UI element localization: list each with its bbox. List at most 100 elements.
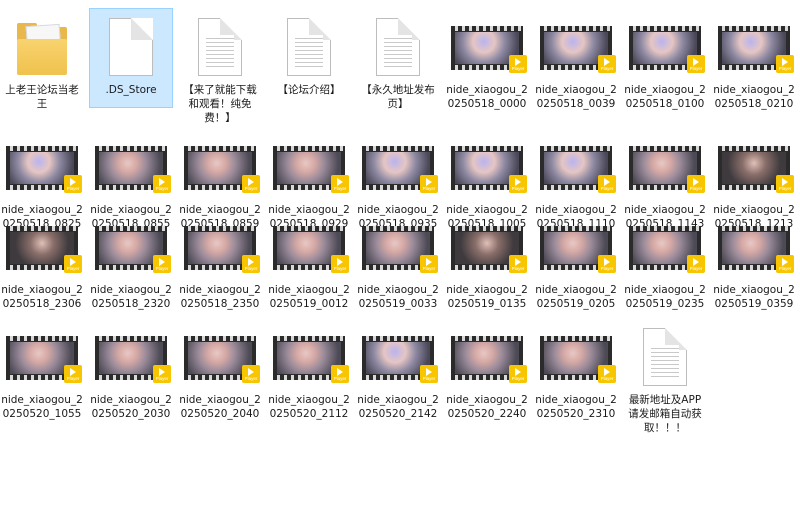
video-file-item[interactable]: Player nide_xiaogou_20250519_0135 [445, 208, 529, 312]
video-file-item[interactable]: Player nide_xiaogou_20250518_0039 [534, 8, 618, 112]
video-file-item[interactable]: Player nide_xiaogou_20250520_2142 [356, 318, 440, 422]
file-name-label: nide_xiaogou_20250519_0205 [535, 284, 617, 310]
video-file-item[interactable]: Player nide_xiaogou_20250518_0100 [623, 8, 707, 112]
file-name-label: nide_xiaogou_20250519_0033 [357, 284, 439, 310]
video-file-item[interactable]: Player nide_xiaogou_20250518_2320 [89, 208, 173, 312]
video-file-item[interactable]: Player nide_xiaogou_20250519_0235 [623, 208, 707, 312]
video-thumbnail-icon: Player [718, 26, 794, 73]
player-badge-text: Player [66, 265, 80, 271]
video-thumbnail-icon: Player [6, 336, 82, 383]
video-thumbnail-icon: Player [184, 336, 260, 383]
player-badge-icon: Player [242, 255, 260, 273]
player-badge-text: Player [66, 185, 80, 191]
video-file-item[interactable]: Player nide_xiaogou_20250520_2310 [534, 318, 618, 422]
file-thumbnail: Player [182, 133, 260, 197]
file-thumbnail: Player [360, 133, 438, 197]
file-thumbnail: Player [627, 213, 705, 277]
video-thumbnail-icon: Player [362, 146, 438, 193]
file-item[interactable]: 最新地址及APP请发邮箱自动获取！！！ [623, 318, 707, 436]
video-thumbnail-icon: Player [629, 226, 705, 273]
video-thumbnail-icon: Player [629, 146, 705, 193]
video-file-item[interactable]: Player nide_xiaogou_20250520_2112 [267, 318, 351, 422]
player-badge-icon: Player [64, 175, 82, 193]
video-thumbnail-icon: Player [362, 336, 438, 383]
file-thumbnail: Player [271, 213, 349, 277]
file-thumbnail [360, 13, 436, 77]
file-thumbnail: Player [271, 133, 349, 197]
file-thumbnail [627, 323, 703, 387]
video-file-item[interactable]: Player nide_xiaogou_20250518_2306 [0, 208, 84, 312]
video-thumbnail-icon: Player [451, 26, 527, 73]
video-thumbnail-icon: Player [6, 226, 82, 273]
video-thumbnail-icon: Player [718, 146, 794, 193]
video-file-item[interactable]: Player nide_xiaogou_20250519_0359 [712, 208, 796, 312]
file-thumbnail [93, 13, 169, 77]
player-badge-text: Player [600, 265, 614, 271]
video-file-item[interactable]: Player nide_xiaogou_20250519_0012 [267, 208, 351, 312]
player-badge-text: Player [422, 185, 436, 191]
document-icon [376, 18, 420, 76]
folder-item[interactable]: 上老王论坛当老王 [0, 8, 84, 112]
file-name-label: nide_xiaogou_20250518_2350 [179, 284, 261, 310]
video-file-item[interactable]: Player nide_xiaogou_20250520_1055 [0, 318, 84, 422]
file-name-label: nide_xiaogou_20250518_2320 [90, 284, 172, 310]
file-item[interactable]: .DS_Store [89, 8, 173, 108]
file-item[interactable]: 【永久地址发布页】 [356, 8, 440, 112]
video-thumbnail-icon: Player [273, 336, 349, 383]
file-thumbnail: Player [627, 133, 705, 197]
file-name-label: nide_xiaogou_20250520_2240 [446, 394, 528, 420]
file-item[interactable]: 【论坛介绍】 [267, 8, 351, 98]
player-badge-text: Player [689, 265, 703, 271]
player-badge-icon: Player [598, 55, 616, 73]
video-thumbnail-icon: Player [540, 336, 616, 383]
player-badge-icon: Player [776, 255, 794, 273]
file-thumbnail: Player [4, 323, 82, 387]
file-item[interactable]: 【来了就能下载和观看！纯免费！】 [178, 8, 262, 126]
video-file-item[interactable]: Player nide_xiaogou_20250518_2350 [178, 208, 262, 312]
video-thumbnail-icon: Player [6, 146, 82, 193]
file-name-label: 最新地址及APP请发邮箱自动获取！！！ [628, 394, 702, 434]
document-icon [109, 18, 153, 76]
player-badge-icon: Player [242, 175, 260, 193]
video-file-item[interactable]: Player nide_xiaogou_20250519_0205 [534, 208, 618, 312]
file-name-label: nide_xiaogou_20250518_0100 [624, 84, 706, 110]
video-file-item[interactable]: Player nide_xiaogou_20250519_0033 [356, 208, 440, 312]
player-badge-text: Player [244, 185, 258, 191]
player-badge-text: Player [244, 375, 258, 381]
video-file-item[interactable]: Player nide_xiaogou_20250520_2030 [89, 318, 173, 422]
player-badge-icon: Player [509, 175, 527, 193]
file-thumbnail: Player [93, 213, 171, 277]
player-badge-text: Player [333, 265, 347, 271]
player-badge-icon: Player [687, 255, 705, 273]
file-thumbnail: Player [360, 323, 438, 387]
file-name-label: nide_xiaogou_20250520_2112 [268, 394, 350, 420]
player-badge-icon: Player [331, 255, 349, 273]
video-file-item[interactable]: Player nide_xiaogou_20250520_2040 [178, 318, 262, 422]
player-badge-icon: Player [598, 175, 616, 193]
player-badge-text: Player [778, 65, 792, 71]
player-badge-text: Player [600, 375, 614, 381]
file-thumbnail: Player [449, 323, 527, 387]
file-thumbnail: Player [538, 213, 616, 277]
player-badge-text: Player [600, 185, 614, 191]
video-file-item[interactable]: Player nide_xiaogou_20250518_0210 [712, 8, 796, 112]
document-icon [198, 18, 242, 76]
file-name-label: nide_xiaogou_20250519_0235 [624, 284, 706, 310]
file-name-label: nide_xiaogou_20250519_0359 [713, 284, 795, 310]
player-badge-icon: Player [509, 255, 527, 273]
file-thumbnail: Player [4, 213, 82, 277]
file-name-label: nide_xiaogou_20250519_0135 [446, 284, 528, 310]
file-thumbnail: Player [538, 133, 616, 197]
player-badge-icon: Player [64, 255, 82, 273]
file-name-label: 【来了就能下载和观看！纯免费！】 [183, 84, 257, 124]
player-badge-text: Player [333, 185, 347, 191]
video-file-item[interactable]: Player nide_xiaogou_20250518_0000 [445, 8, 529, 112]
player-badge-icon: Player [598, 365, 616, 383]
file-thumbnail: Player [182, 323, 260, 387]
file-name-label: nide_xiaogou_20250518_0210 [713, 84, 795, 110]
file-thumbnail [271, 13, 347, 77]
file-thumbnail [4, 13, 80, 77]
player-badge-text: Player [244, 265, 258, 271]
player-badge-icon: Player [509, 55, 527, 73]
video-file-item[interactable]: Player nide_xiaogou_20250520_2240 [445, 318, 529, 422]
